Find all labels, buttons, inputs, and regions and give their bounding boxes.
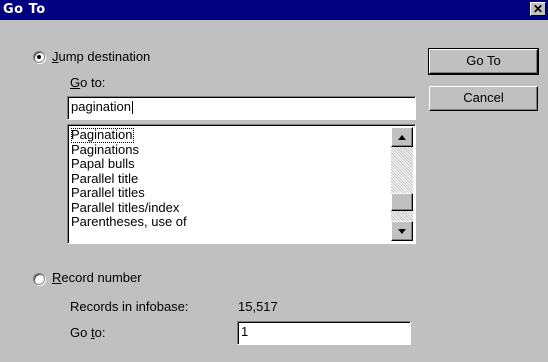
jump-destination-label[interactable]: Jump destination xyxy=(52,49,150,64)
text-caret xyxy=(132,101,133,115)
cancel-button[interactable]: Cancel xyxy=(429,86,538,111)
record-goto-label: Go to: xyxy=(70,325,106,340)
up-arrow-icon xyxy=(398,135,406,140)
list-item[interactable]: Papal bulls xyxy=(71,156,385,172)
go-to-button[interactable]: Go To xyxy=(428,48,539,75)
record-number-radio[interactable] xyxy=(33,273,45,285)
scroll-up-button[interactable] xyxy=(391,127,413,147)
records-count-value: 15,517 xyxy=(238,299,278,314)
title-bar[interactable]: Go To ✕ xyxy=(0,0,548,20)
list-item[interactable]: Parallel titles/index xyxy=(71,200,385,216)
destination-listbox[interactable]: Pagination Paginations Papal bulls Parallel… xyxy=(67,124,416,244)
list-item[interactable]: Parallel title xyxy=(71,171,385,187)
scroll-down-button[interactable] xyxy=(391,221,413,241)
list-item[interactable]: Parallel titles xyxy=(71,185,385,201)
record-number-label[interactable]: Record number xyxy=(52,270,142,285)
dialog-title: Go To xyxy=(3,2,46,17)
jump-destination-radio[interactable] xyxy=(33,51,45,63)
close-icon[interactable]: ✕ xyxy=(530,2,546,16)
go-to-dialog: Go To ✕ Jump destination Go to: paginati… xyxy=(0,0,548,362)
list-item[interactable]: Paginations xyxy=(71,142,385,158)
goto-text-input[interactable]: pagination xyxy=(67,96,416,120)
listbox-scrollbar[interactable] xyxy=(391,127,413,241)
goto-text-label: Go to: xyxy=(70,75,106,90)
record-number-input[interactable]: 1 xyxy=(237,321,411,345)
list-item[interactable]: Pagination xyxy=(71,127,385,143)
down-arrow-icon xyxy=(398,229,406,234)
scroll-thumb[interactable] xyxy=(391,193,413,211)
list-item[interactable]: Parentheses, use of xyxy=(71,214,385,230)
list-item-label: Pagination xyxy=(71,127,135,143)
records-in-infobase-label: Records in infobase: xyxy=(70,299,189,314)
